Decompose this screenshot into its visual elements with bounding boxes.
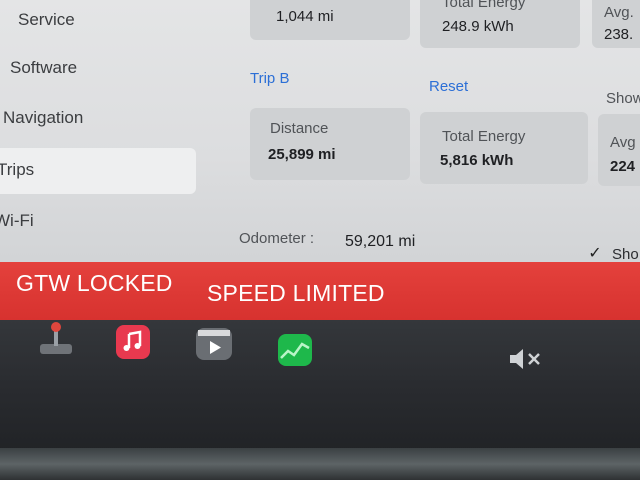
trip-a-energy-card: Total Energy 248.9 kWh: [420, 0, 580, 48]
sidebar-item-trips[interactable]: Trips: [0, 148, 196, 194]
show-checkbox-label: Sho: [612, 246, 639, 262]
trip-b-reset-button[interactable]: Reset: [429, 78, 468, 95]
trip-b-avg-value: 224: [610, 158, 636, 175]
alert-banner: GTW LOCKED SPEED LIMITED: [0, 262, 640, 320]
sidebar-item-service[interactable]: Service: [0, 0, 196, 40]
sidebar-item-software[interactable]: Software: [0, 48, 196, 88]
settings-screen: Service Software Navigation Trips Wi-Fi …: [0, 0, 640, 262]
odometer-label: Odometer :: [239, 230, 315, 247]
trip-b-distance-value: 25,899 mi: [268, 146, 336, 163]
gtw-locked-text: GTW LOCKED: [16, 270, 173, 296]
sidebar-item-label: Navigation: [3, 108, 84, 127]
trip-a-avg-value: 238.: [604, 26, 634, 43]
speed-limited-text: SPEED LIMITED: [207, 280, 385, 306]
trip-a-avg-card: Avg. 238.: [592, 0, 640, 48]
trip-a-energy-value: 248.9 kWh: [442, 18, 514, 35]
mute-icon[interactable]: [506, 346, 546, 372]
music-icon[interactable]: [116, 325, 150, 359]
trip-a-distance-card: 1,044 mi: [250, 0, 410, 40]
trip-b-energy-label: Total Energy: [442, 128, 526, 145]
show-checkbox[interactable]: ✓: [584, 243, 606, 262]
trip-b-energy-card: Total Energy 5,816 kWh: [420, 112, 588, 184]
odometer-value: 59,201 mi: [345, 233, 416, 250]
screen-bezel: [0, 448, 640, 480]
trip-a-distance-value: 1,044 mi: [276, 8, 334, 25]
trip-b-title: Trip B: [250, 70, 290, 87]
checkmark-icon: ✓: [588, 245, 602, 262]
trip-b-show-link[interactable]: Show: [606, 90, 640, 107]
video-icon[interactable]: [196, 328, 232, 360]
trip-a-avg-label: Avg.: [604, 4, 634, 21]
sidebar: Service Software Navigation Trips Wi-Fi: [0, 0, 200, 262]
sidebar-item-label: Wi-Fi: [0, 211, 34, 230]
trip-a-energy-label: Total Energy: [442, 0, 526, 11]
sidebar-item-navigation[interactable]: Navigation: [0, 98, 196, 138]
sidebar-item-wifi[interactable]: Wi-Fi: [0, 201, 196, 241]
trip-b-avg-card: Avg 224: [598, 114, 640, 186]
chart-app-icon[interactable]: [278, 334, 312, 366]
joystick-icon[interactable]: [36, 320, 76, 360]
sidebar-item-label: Software: [10, 58, 78, 77]
trip-b-avg-label: Avg: [610, 134, 636, 151]
trip-b-distance-label: Distance: [270, 120, 329, 137]
trip-b-distance-card: Distance 25,899 mi: [250, 108, 410, 180]
sidebar-item-label: Trips: [0, 160, 35, 179]
sidebar-item-label: Service: [18, 10, 75, 29]
trip-b-energy-value: 5,816 kWh: [440, 152, 514, 169]
